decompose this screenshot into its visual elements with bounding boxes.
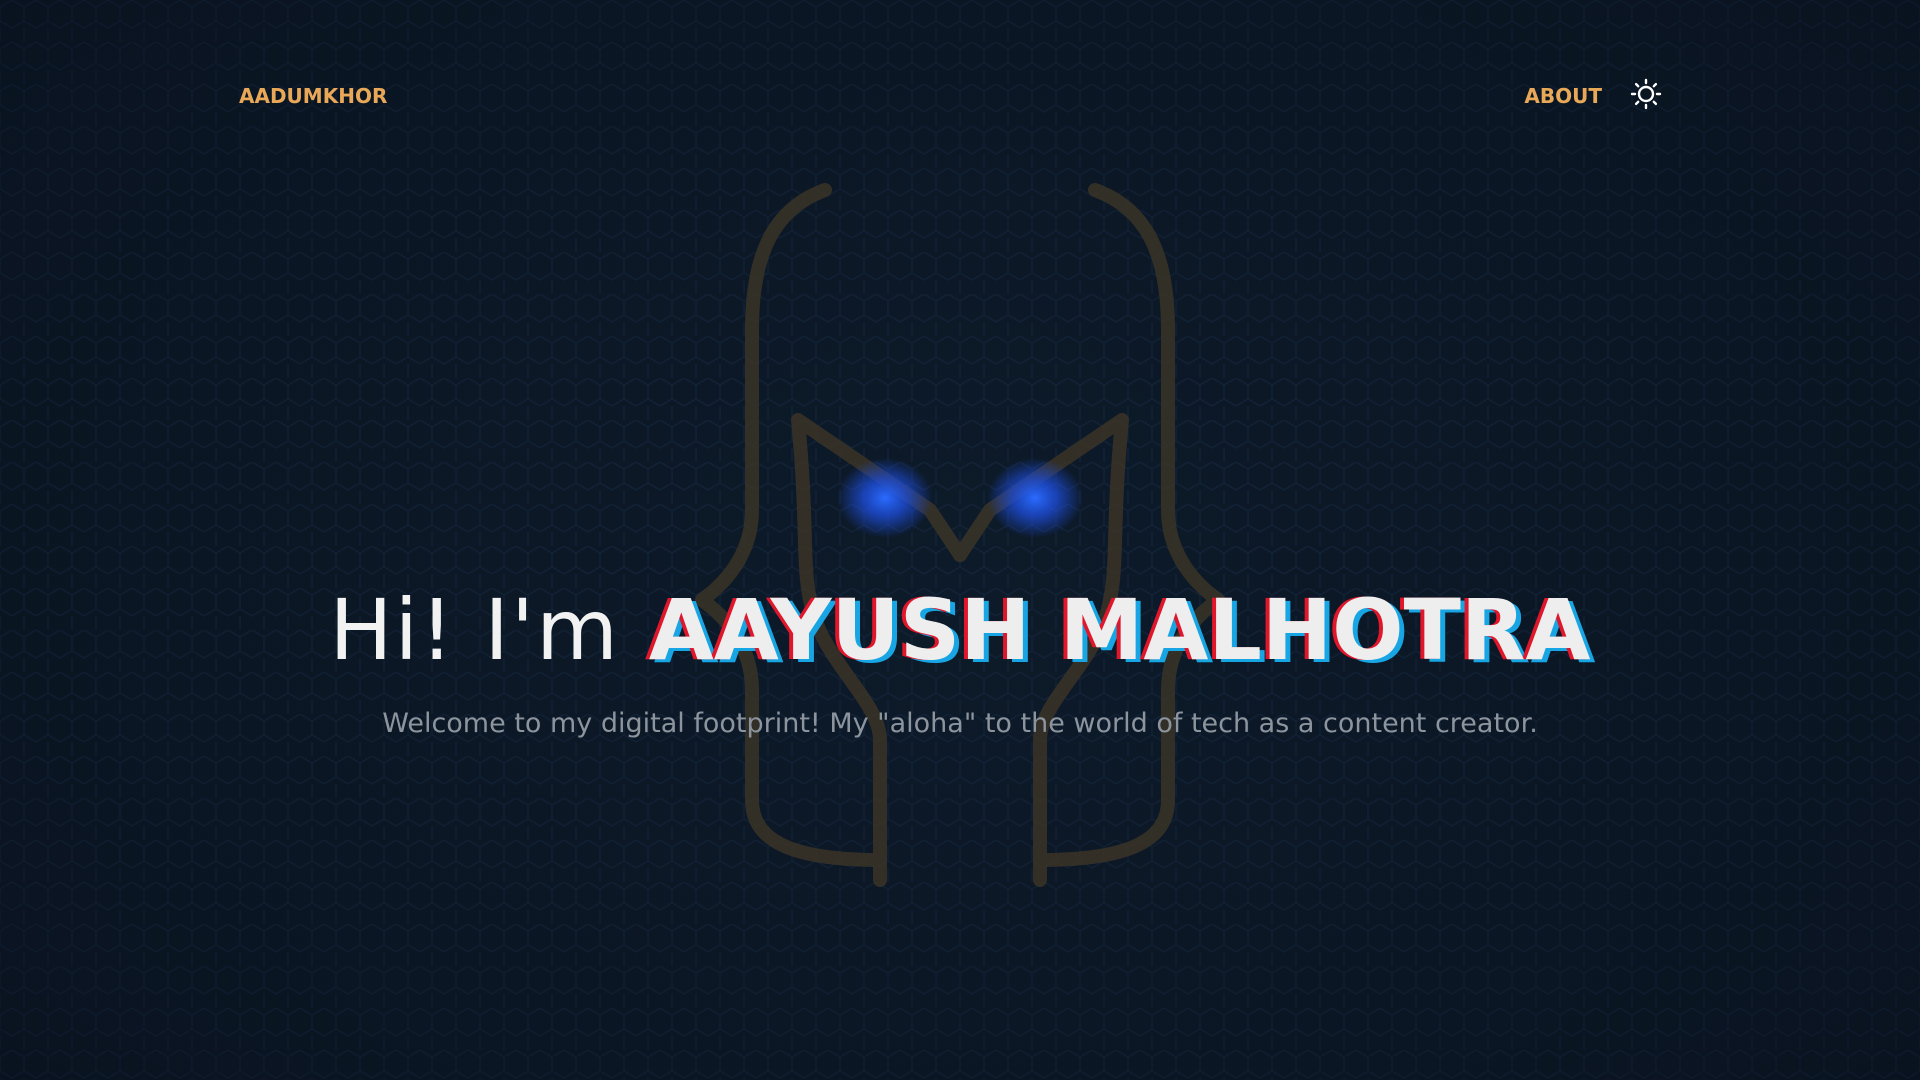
brand-logo-link[interactable]: AADUMKHOR — [239, 84, 387, 108]
mask-logo-icon — [695, 183, 1225, 887]
hero-subtitle: Welcome to my digital footprint! My "alo… — [382, 708, 1538, 739]
nav-about-link[interactable]: ABOUT — [1524, 84, 1602, 108]
sun-icon[interactable] — [1630, 78, 1662, 110]
hero-title: Hi! I'm AAYUSH MALHOTRA — [0, 578, 1920, 682]
header: AADUMKHOR ABOUT — [0, 0, 1920, 200]
page: AADUMKHOR ABOUT Hi! I'm AAYUSH MALHOTRA … — [0, 0, 1920, 1080]
hero-name: AAYUSH MALHOTRA — [648, 581, 1591, 679]
hero-greeting: Hi! I'm — [329, 581, 649, 679]
